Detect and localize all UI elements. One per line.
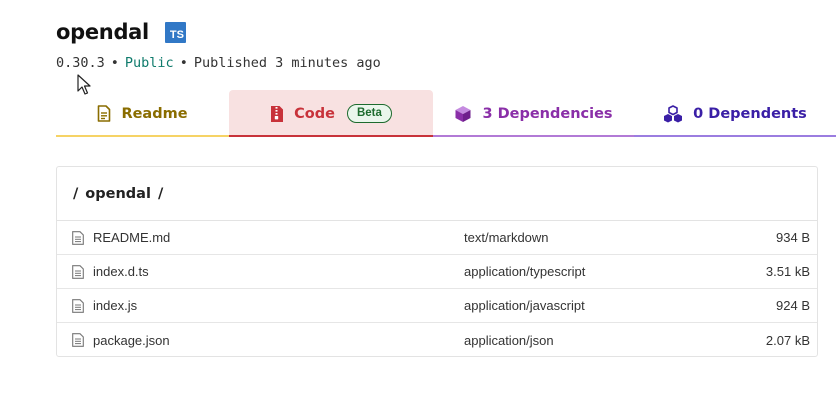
meta-separator: • [179,55,188,71]
file-icon [72,298,84,313]
zip-file-icon [271,105,284,122]
file-browser-panel: / opendal / README.md text/markdown 934 … [56,166,818,357]
file-name[interactable]: package.json [93,333,464,348]
file-type: application/json [464,332,554,348]
file-type: application/typescript [464,264,586,279]
tab-dependents-label: 0 Dependents [693,105,807,122]
file-type: application/javascript [464,298,585,313]
visibility-label: Public [124,55,174,71]
file-size: 934 B [776,230,810,245]
breadcrumb-separator: / [157,185,164,202]
file-size: 2.07 kB [765,332,810,348]
tab-dependencies[interactable]: 3 Dependencies [433,90,634,137]
file-name[interactable]: index.js [93,298,464,313]
file-type: text/markdown [464,230,549,245]
tab-dependencies-label: 3 Dependencies [482,105,613,122]
published-time: Published 3 minutes ago [193,55,381,71]
breadcrumb-dir[interactable]: opendal [85,186,151,202]
file-size: 924 B [776,298,810,313]
tab-code-label: Code [294,105,335,122]
breadcrumb-root[interactable]: / [73,186,78,202]
breadcrumb: / opendal / [57,167,817,221]
tab-readme-label: Readme [121,105,188,122]
box-icon [455,105,471,122]
file-icon [72,333,84,347]
tab-dependents[interactable]: 0 Dependents [634,90,836,137]
file-row[interactable]: index.d.ts application/typescript 3.51 k… [57,255,817,289]
file-icon [72,264,84,279]
package-tabs: Readme Code Beta 3 Dependencies 0 Depend… [56,90,836,137]
file-row[interactable]: package.json application/json 2.07 kB [57,323,817,357]
typescript-badge-icon: TS [164,21,186,43]
document-icon [98,105,111,122]
file-name[interactable]: README.md [93,230,464,245]
tab-underline [229,135,433,137]
package-name: opendal [56,20,149,44]
meta-separator: • [110,55,119,71]
file-row[interactable]: index.js application/javascript 924 B [57,289,817,323]
tab-underline [56,135,229,137]
tab-underline [433,135,634,137]
package-header: opendal TS 0.30.3 • Public • Published 3 min… [56,18,381,71]
tab-code[interactable]: Code Beta [229,90,433,137]
file-size: 3.51 kB [765,264,810,279]
file-row[interactable]: README.md text/markdown 934 B [57,221,817,255]
package-meta: 0.30.3 • Public • Published 3 minutes ago [56,55,381,71]
tab-underline [634,135,836,137]
file-name[interactable]: index.d.ts [93,264,464,279]
boxes-icon [664,104,683,122]
package-version: 0.30.3 [56,55,105,71]
tab-readme[interactable]: Readme [56,90,229,137]
file-icon [72,230,84,245]
beta-badge: Beta [346,104,392,123]
